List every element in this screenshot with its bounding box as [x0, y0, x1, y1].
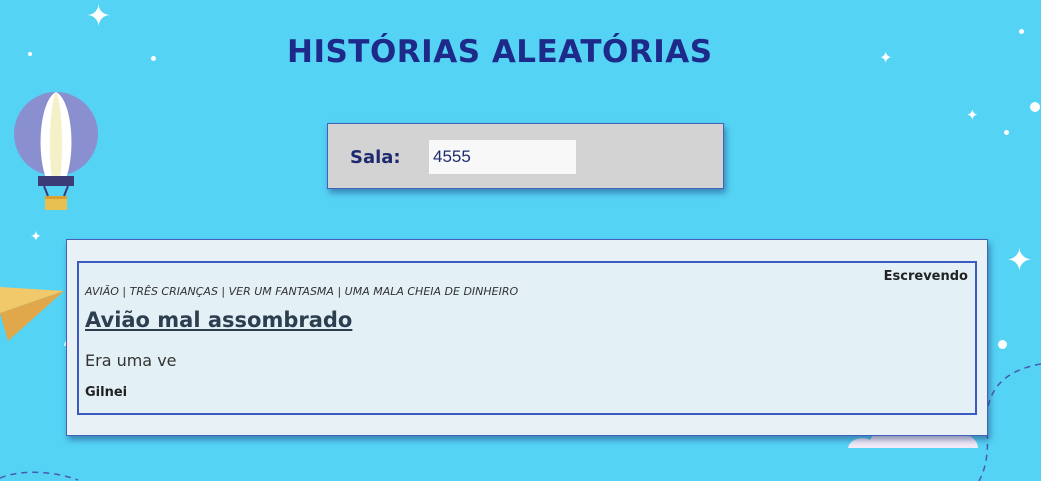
sparkle-icon: ✦ — [879, 48, 893, 67]
star-dot — [1019, 29, 1024, 34]
room-panel: Sala: — [327, 123, 724, 189]
sparkle-icon: ✦ — [86, 0, 112, 34]
story-author: Gilnei — [85, 385, 128, 400]
room-label: Sala: — [350, 147, 401, 168]
story-panel: Escrevendo AVIÃO | TRÊS CRIANÇAS | VER U… — [66, 239, 988, 436]
dashed-path-decoration — [0, 471, 79, 481]
paper-plane-icon — [0, 287, 64, 341]
story-card[interactable]: Escrevendo AVIÃO | TRÊS CRIANÇAS | VER U… — [77, 261, 977, 415]
star-dot — [151, 56, 156, 61]
star-dot — [998, 340, 1007, 349]
story-title-link[interactable]: Avião mal assombrado — [85, 308, 352, 332]
star-dot — [28, 52, 32, 56]
sparkle-icon: ✦ — [1006, 241, 1033, 279]
story-tags: AVIÃO | TRÊS CRIANÇAS | VER UM FANTASMA … — [85, 285, 519, 298]
star-dot — [1004, 130, 1009, 135]
star-dot — [1030, 102, 1040, 112]
room-code-input[interactable] — [429, 140, 576, 174]
page-title: HISTÓRIAS ALEATÓRIAS — [287, 34, 713, 70]
sparkle-icon: ✦ — [966, 106, 979, 124]
story-text: Era uma ve — [85, 351, 177, 370]
story-status: Escrevendo — [883, 269, 968, 284]
sparkle-icon: ✦ — [30, 229, 42, 245]
hot-air-balloon-icon — [14, 92, 98, 210]
